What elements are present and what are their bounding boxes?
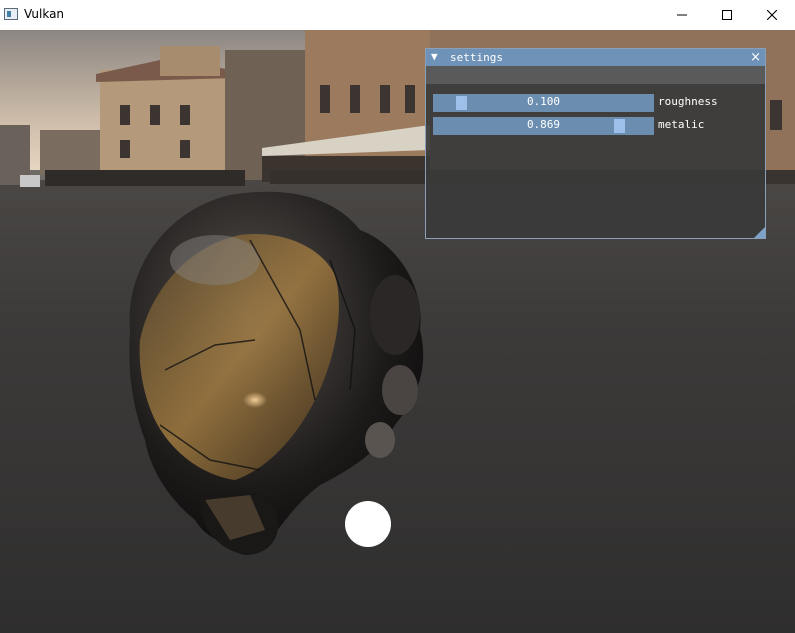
window-titlebar[interactable]: Vulkan: [0, 0, 795, 30]
roughness-slider-row: 0.100 roughness: [433, 94, 763, 112]
settings-title: settings: [450, 51, 503, 64]
roughness-value: 0.100: [526, 95, 561, 108]
maximize-icon: [722, 10, 732, 20]
resize-grip[interactable]: [754, 227, 765, 238]
close-button[interactable]: [749, 0, 795, 30]
metalic-slider-row: 0.869 metalic: [433, 117, 763, 135]
settings-menu-strip: [426, 66, 765, 84]
settings-close-icon[interactable]: ×: [750, 49, 761, 66]
light-source-icon[interactable]: [345, 501, 391, 547]
metalic-slider[interactable]: 0.869: [433, 117, 654, 135]
close-icon: [767, 10, 777, 20]
window-title: Vulkan: [24, 7, 65, 21]
metalic-value: 0.869: [526, 118, 561, 131]
roughness-slider[interactable]: 0.100: [433, 94, 654, 112]
roughness-label: roughness: [658, 95, 718, 108]
minimize-button[interactable]: [659, 0, 705, 30]
maximize-button[interactable]: [704, 0, 750, 30]
app-icon: [4, 8, 18, 20]
settings-window[interactable]: ▼ settings × 0.100 roughness 0.869 metal…: [425, 48, 766, 239]
metalic-label: metalic: [658, 118, 705, 131]
settings-titlebar[interactable]: ▼ settings ×: [426, 49, 765, 66]
collapse-arrow-icon[interactable]: ▼: [431, 50, 438, 63]
minimize-icon: [677, 14, 687, 16]
